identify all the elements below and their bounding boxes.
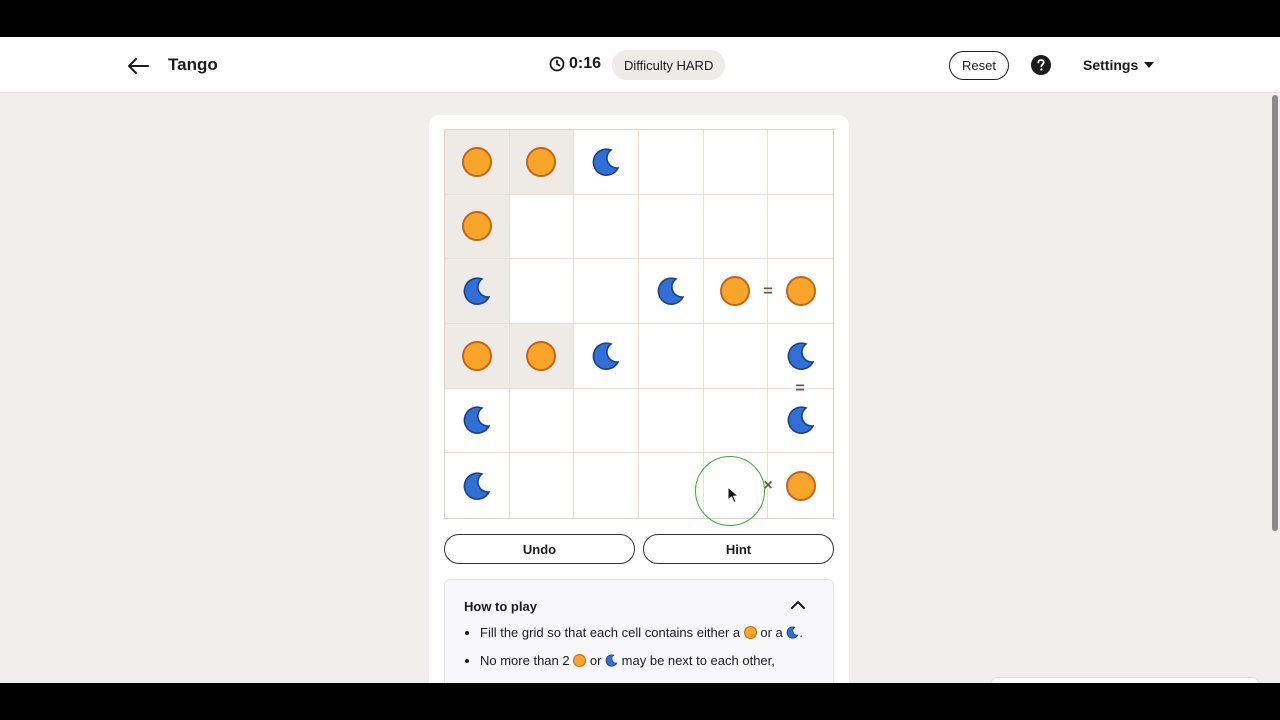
grid-cell[interactable] [638,323,704,389]
sun-icon [461,146,492,177]
action-buttons: Undo Hint [444,534,834,564]
rule-item: Fill the grid so that each cell contains… [480,625,820,641]
grid-cell[interactable] [703,259,769,324]
grid-cell [509,323,575,389]
grid-cell[interactable] [638,130,704,195]
grid-cell[interactable] [509,194,575,260]
grid-cell[interactable] [768,453,833,518]
grid-cell[interactable] [703,194,769,260]
tango-grid [444,129,834,519]
moon-icon [787,342,815,370]
settings-menu[interactable]: Settings [1083,57,1155,73]
grid-cell[interactable] [445,388,510,454]
rule-item: No more than 2 or may be next to each ot… [480,653,820,669]
grid-cell[interactable] [445,453,510,518]
constraint-equal: = [763,283,773,300]
moon-icon [657,277,685,306]
sun-icon [526,340,557,371]
difficulty-badge: Difficulty HARD [612,50,726,80]
grid-cell[interactable] [768,389,833,454]
grid-cell[interactable] [768,130,833,195]
reset-button[interactable]: Reset [949,51,1009,80]
constraint-equal: = [795,380,805,397]
grid-cell[interactable] [768,195,833,260]
grid-cell [509,130,575,195]
grid-cell[interactable] [509,259,575,324]
grid-cell[interactable] [768,324,833,389]
scrollbar[interactable] [1270,93,1280,683]
grid-cell[interactable] [574,259,639,324]
grid-cell[interactable] [638,259,704,324]
grid-cell[interactable] [509,388,575,454]
top-bar: Tango 0:16 Difficulty HARD Reset Setting… [0,37,1280,93]
grid-cell[interactable] [510,453,575,518]
back-arrow-icon[interactable] [124,53,152,79]
grid-cell[interactable] [574,323,639,389]
moon-icon [592,148,620,176]
sun-icon [785,470,816,501]
grid-cell[interactable] [703,130,769,195]
settings-label: Settings [1083,57,1139,73]
grid-cell[interactable] [639,453,704,518]
grid-cell[interactable] [703,388,769,454]
game-title: Tango [168,55,218,74]
sun-icon [526,146,557,177]
timer-value: 0:16 [569,55,602,72]
sun-icon [461,340,492,371]
moon-icon [787,406,815,435]
grid-cell[interactable] [768,259,833,324]
sun-icon [461,211,492,242]
grid-cell[interactable] [574,388,639,454]
moon-icon [787,626,799,639]
scrollbar-thumb[interactable] [1272,95,1278,531]
how-to-play-title: How to play [464,599,537,614]
sun-icon [743,626,757,639]
bottom-widget [990,677,1260,683]
chevron-up-icon[interactable] [791,600,805,609]
moon-icon [463,406,491,435]
clock-icon [549,56,565,72]
moon-icon [592,342,620,370]
help-icon[interactable] [1031,55,1051,75]
grid-cell[interactable] [574,130,639,195]
grid-cell[interactable] [574,194,639,260]
grid-cell[interactable] [703,323,769,389]
moon-icon [463,277,491,306]
grid-cell[interactable] [638,194,704,260]
grid-cell[interactable] [638,388,704,454]
grid-cell [445,130,510,195]
grid-cell [445,259,510,324]
grid-cell[interactable] [574,453,639,518]
sun-icon [573,654,587,667]
mouse-cursor-icon [727,486,739,504]
moon-icon [463,472,491,500]
game-viewport: Tango 0:16 Difficulty HARD Reset Setting… [0,37,1280,683]
hint-button[interactable]: Hint [643,534,834,564]
sun-icon [720,276,751,307]
grid-cell [445,194,510,260]
moon-icon [605,654,618,667]
grid-cell [445,323,510,389]
how-to-play-panel: How to play Fill the grid so that each c… [444,579,834,683]
undo-button[interactable]: Undo [444,534,635,564]
caret-down-icon [1144,62,1155,68]
timer: 0:16 [549,55,601,73]
sun-icon [785,276,816,307]
